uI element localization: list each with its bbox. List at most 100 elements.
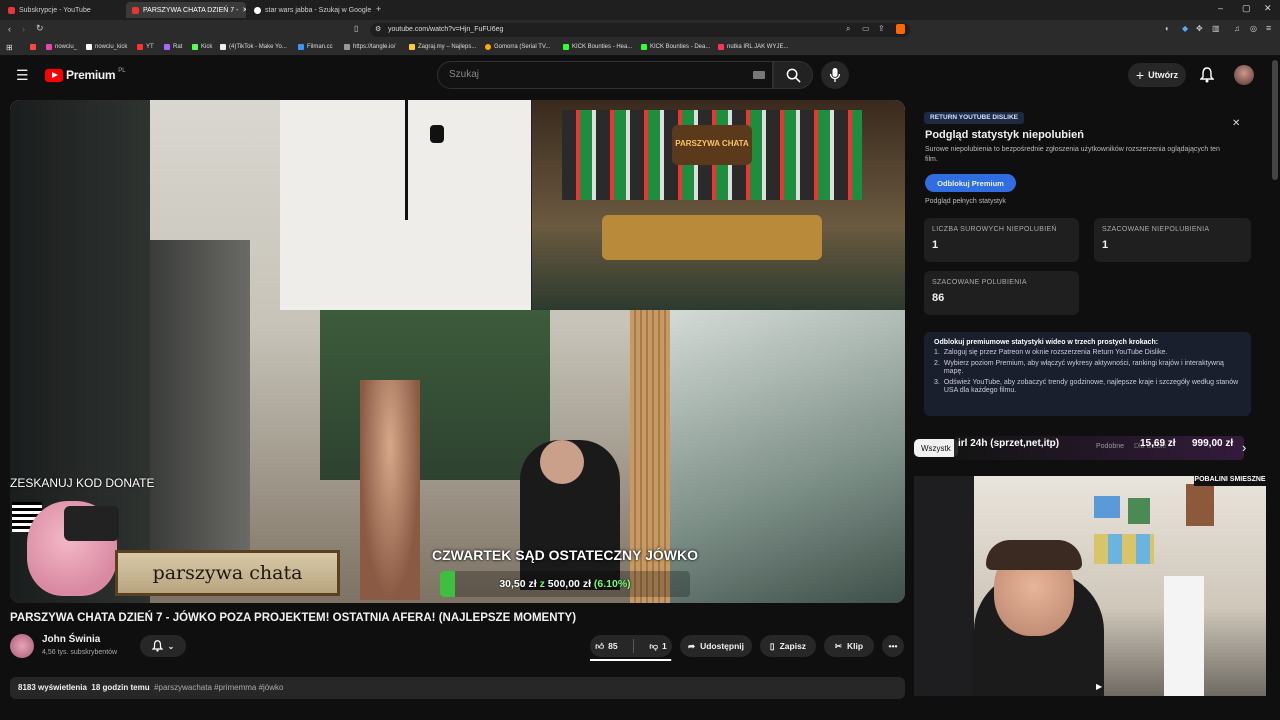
- bookmark-item[interactable]: https://tangle.io/: [344, 44, 395, 50]
- spotlight: [430, 125, 444, 143]
- stat-value: 86: [932, 292, 945, 304]
- bookmark-label: nowciu_kick: [95, 44, 128, 50]
- close-window-icon[interactable]: ✕: [1264, 3, 1272, 14]
- share-button[interactable]: ➦ Udostępnij: [680, 635, 752, 657]
- tab-label: PARSZYWA CHATA DZIEŃ 7 -: [143, 6, 239, 14]
- bookmark-item[interactable]: Kick: [192, 44, 212, 50]
- bookmark-item[interactable]: Zagraj.my – Najleps...: [409, 44, 476, 50]
- stat-card: SZACOWANE POLUBIENIA 86: [924, 271, 1079, 315]
- bookmark-item[interactable]: [30, 44, 36, 50]
- premium-promo-box: Odblokuj premiumowe statystyki wideo w t…: [924, 332, 1251, 416]
- person-head: [540, 440, 584, 484]
- chip-similar[interactable]: Podobne: [1096, 443, 1124, 450]
- chevron-right-icon[interactable]: ›: [1242, 440, 1246, 455]
- bookmark-item[interactable]: KICK Bounties - Dea...: [641, 44, 710, 50]
- description-box[interactable]: 8183 wyświetlenia 18 godzin temu #parszy…: [10, 677, 905, 699]
- save-button[interactable]: ▯ Zapisz: [760, 635, 816, 657]
- subscriber-count: 4,56 tys. subskrybentów: [42, 649, 118, 656]
- media-icon[interactable]: ♫: [1234, 24, 1240, 33]
- search-input[interactable]: Szukaj: [437, 61, 773, 89]
- unlock-premium-button[interactable]: Odblokuj Premium: [925, 174, 1016, 192]
- bookmark-item[interactable]: Filman.cc: [298, 44, 333, 50]
- voice-search-button[interactable]: [821, 61, 849, 89]
- cast-icon[interactable]: ▭: [862, 24, 870, 33]
- search-button[interactable]: [773, 61, 813, 89]
- bookmark-item[interactable]: (4)TikTok - Make Yo...: [220, 44, 287, 50]
- url-field[interactable]: ⚙ youtube.com/watch?v=Hjn_FuFU6eg: [370, 23, 910, 37]
- bookmark-label: Rat: [173, 44, 183, 50]
- wallet-icon[interactable]: ◎: [1250, 24, 1257, 33]
- sidebar-icon[interactable]: ▥: [1212, 24, 1220, 33]
- extensions-puzzle-icon[interactable]: ✥: [1196, 24, 1203, 33]
- reload-icon[interactable]: ↻: [36, 23, 44, 34]
- browser-tab[interactable]: Subskrypcje - YouTube: [2, 2, 124, 18]
- white-shelf: [1164, 576, 1204, 696]
- stat-label: SZACOWANE POLUBIENIA: [932, 279, 1027, 286]
- new-tab-icon[interactable]: +: [376, 4, 381, 14]
- browser-tab[interactable]: star wars jabba - Szukaj w Google: [248, 2, 372, 18]
- notifications-bell-icon[interactable]: [1200, 67, 1214, 83]
- region-code: PL: [118, 68, 126, 74]
- full-stats-link[interactable]: Podgląd pełnych statystyk: [925, 198, 1006, 205]
- logo-text: Premium: [66, 68, 116, 82]
- bookmark-item[interactable]: nowciu_: [46, 44, 77, 50]
- channel-avatar[interactable]: [10, 634, 34, 658]
- chip-all[interactable]: Wszystk: [914, 439, 958, 457]
- apps-icon[interactable]: ⊞: [6, 43, 13, 52]
- avatar[interactable]: [1234, 65, 1254, 85]
- close-icon[interactable]: ✕: [1232, 118, 1240, 129]
- play-icon: ▶: [1096, 682, 1103, 691]
- more-actions-button[interactable]: •••: [882, 635, 904, 657]
- extension-icon[interactable]: ◆: [1182, 24, 1188, 33]
- bookmark-label: nutka IRL JAK WYJE...: [727, 44, 789, 50]
- share-icon: ➦: [687, 640, 696, 651]
- minimize-icon[interactable]: –: [1218, 3, 1223, 13]
- dislike-button[interactable]: 👎︎ 1: [649, 641, 666, 652]
- share-page-icon[interactable]: ⇪: [878, 24, 885, 33]
- hashtags[interactable]: #parszywachata #primemma #jówko: [154, 683, 283, 692]
- bookmark-item[interactable]: nutka IRL JAK WYJE...: [718, 44, 788, 50]
- stat-value: 1: [1102, 239, 1109, 251]
- ceiling: [280, 100, 540, 310]
- like-button[interactable]: 👍︎ 85: [595, 641, 617, 652]
- zoom-icon[interactable]: ⌕: [846, 24, 850, 34]
- browser-tab-active[interactable]: PARSZYWA CHATA DZIEŃ 7 - ✕: [126, 2, 246, 18]
- search-icon: [786, 68, 801, 83]
- bookmark-item[interactable]: nowciu_kick: [86, 44, 127, 50]
- create-button[interactable]: + Utwórz: [1128, 63, 1186, 87]
- bookmark-item[interactable]: YT: [137, 44, 154, 50]
- page-scrollbar[interactable]: [1272, 60, 1278, 180]
- tab-label: Subskrypcje - YouTube: [19, 6, 91, 14]
- parszywa-chata-sign: parszywa chata: [115, 550, 340, 596]
- streamer-webcam: POBALINI ŚMIESZNE ▶: [914, 476, 1266, 696]
- channel-name[interactable]: John Świnia: [42, 634, 100, 645]
- return-youtube-dislike-panel: RETURN YOUTUBE DISLIKE ✕ Podgląd statyst…: [914, 100, 1266, 426]
- back-icon[interactable]: ‹: [8, 24, 11, 34]
- hamburger-menu-icon[interactable]: ☰: [16, 67, 29, 84]
- extension-icon[interactable]: ◐: [1165, 24, 1170, 33]
- clip-button[interactable]: ✂ Klip: [824, 635, 874, 657]
- brave-shield-icon[interactable]: [896, 24, 905, 34]
- tab-close-icon[interactable]: ✕: [242, 6, 246, 14]
- stream-goal-target: 999,00 zł: [1192, 438, 1234, 449]
- video-player[interactable]: PARSZYWA CHATA ZESKANUJ KOD DONATE parsz…: [10, 100, 905, 603]
- bookmark-icon[interactable]: ▯: [354, 24, 358, 33]
- stat-label: SZACOWANE NIEPOLUBIENIA: [1102, 226, 1210, 233]
- address-bar-row: ‹ › ↻ ▯ ⚙ youtube.com/watch?v=Hjn_FuFU6e…: [0, 20, 1280, 40]
- bookmark-item[interactable]: KICK Bounties - Hea...: [563, 44, 632, 50]
- youtube-favicon-icon: [8, 6, 15, 14]
- plus-icon: +: [1135, 67, 1145, 83]
- subscribed-notifications-button[interactable]: ⌄: [140, 635, 186, 657]
- bookmark-item[interactable]: Gomorra (Serial TV...: [485, 44, 550, 50]
- stream-goal-overlay: irl 24h (sprzet,net,itp) Podobne Dla Cie…: [954, 436, 1244, 460]
- menu-icon[interactable]: ≡: [1266, 23, 1271, 33]
- youtube-logo[interactable]: Premium PL: [45, 68, 126, 82]
- thumbs-up-icon: 👍︎: [595, 640, 605, 651]
- forward-icon[interactable]: ›: [22, 24, 25, 34]
- donate-qr-label: ZESKANUJ KOD DONATE: [10, 476, 155, 490]
- maximize-icon[interactable]: ▢: [1242, 3, 1251, 14]
- chevron-down-icon: ⌄: [167, 641, 175, 651]
- site-info-icon[interactable]: ⚙: [375, 25, 381, 33]
- bookmark-item[interactable]: Rat: [164, 44, 182, 50]
- keyboard-icon[interactable]: [753, 71, 765, 79]
